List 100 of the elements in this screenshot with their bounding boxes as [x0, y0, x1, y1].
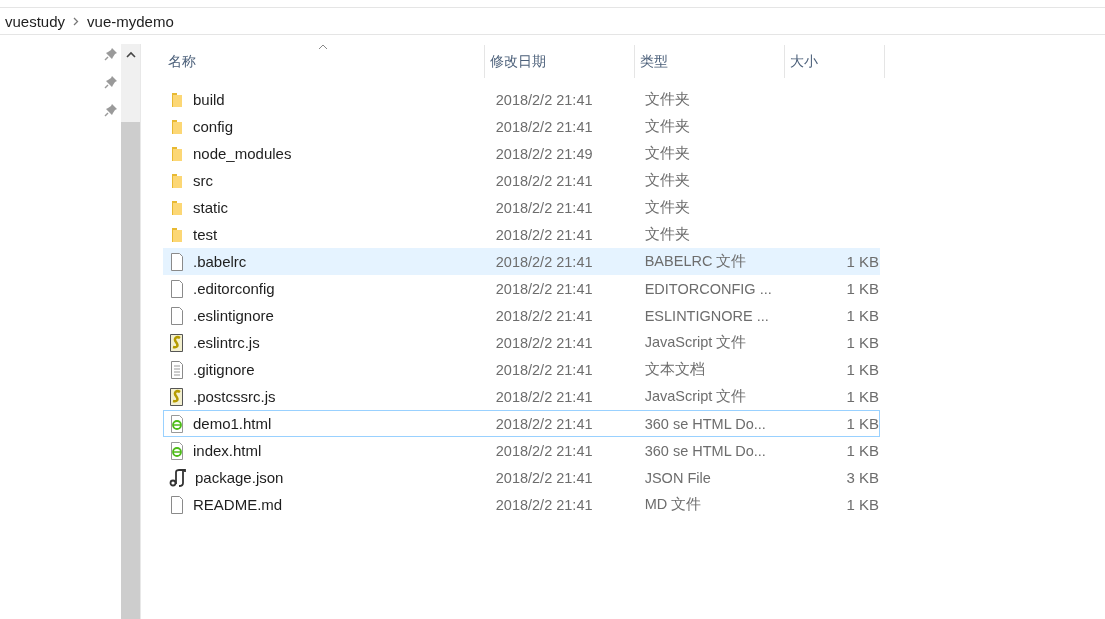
pin-icon[interactable]: [104, 75, 118, 89]
file-type: 360 se HTML Do...: [643, 442, 766, 459]
file-type: JSON File: [643, 469, 711, 486]
file-name: .babelrc: [193, 253, 247, 270]
file-type: JavaScript 文件: [643, 388, 747, 404]
file-row[interactable]: .eslintrc.js 2018/2/2 21:41 JavaScript 文件 1 KB: [163, 329, 880, 356]
file-size: 1 KB: [846, 442, 879, 459]
file-size: 1 KB: [846, 280, 879, 297]
file-row[interactable]: index.html 2018/2/2 21:41 360 se HTML Do... 1 KB: [163, 437, 880, 464]
file-size: 1 KB: [846, 334, 879, 351]
modified-date: 2018/2/2 21:41: [494, 388, 593, 405]
file-name: static: [193, 199, 228, 216]
file-size: 1 KB: [846, 361, 879, 378]
modified-date: 2018/2/2 21:41: [494, 280, 593, 297]
file-row[interactable]: demo1.html 2018/2/2 21:41 360 se HTML Do... 1 KB: [163, 410, 880, 437]
modified-date: 2018/2/2 21:41: [494, 307, 593, 324]
scroll-up-icon[interactable]: [125, 51, 136, 58]
file-size: 1 KB: [846, 253, 879, 270]
file-name: index.html: [193, 442, 262, 459]
modified-date: 2018/2/2 21:41: [494, 496, 593, 513]
modified-date: 2018/2/2 21:49: [494, 145, 593, 162]
modified-date: 2018/2/2 21:41: [494, 334, 593, 351]
file-name: .gitignore: [193, 361, 255, 378]
column-header[interactable]: 修改日期: [485, 45, 635, 78]
file-name: src: [193, 172, 213, 189]
column-header[interactable]: 类型: [635, 45, 785, 78]
file-size: 1 KB: [846, 388, 879, 405]
file-row[interactable]: config 2018/2/2 21:41 文件夹: [163, 113, 880, 140]
file-type: 文件夹: [643, 145, 690, 161]
scrollbar-thumb[interactable]: [121, 122, 140, 619]
file-row[interactable]: static 2018/2/2 21:41 文件夹: [163, 194, 880, 221]
folder-icon: [169, 172, 185, 189]
file-row[interactable]: .postcssrc.js 2018/2/2 21:41 JavaScript 文件 1 KB: [163, 383, 880, 410]
file-row[interactable]: test 2018/2/2 21:41 文件夹: [163, 221, 880, 248]
file-name: demo1.html: [193, 415, 272, 432]
modified-date: 2018/2/2 21:41: [494, 226, 593, 243]
web-page-icon: [169, 441, 185, 460]
file-type: 文件夹: [643, 226, 690, 242]
breadcrumb-item[interactable]: vuestudy: [5, 12, 66, 30]
file-row[interactable]: src 2018/2/2 21:41 文件夹: [163, 167, 880, 194]
file-type: ESLINTIGNORE ...: [643, 307, 769, 324]
file-size: 3 KB: [846, 469, 879, 486]
file-size: 1 KB: [846, 307, 879, 324]
file-row[interactable]: .babelrc 2018/2/2 21:41 BABELRC 文件 1 KB: [163, 248, 880, 275]
script-icon: [169, 333, 185, 352]
folder-icon: [169, 118, 185, 135]
modified-date: 2018/2/2 21:41: [494, 172, 593, 189]
file-type: 文本文档: [643, 361, 705, 377]
folder-icon: [169, 145, 185, 162]
file-name: .eslintignore: [193, 307, 274, 324]
breadcrumb-item[interactable]: vue-mydemo: [87, 12, 174, 30]
scrollbar[interactable]: [121, 44, 141, 619]
file-type: BABELRC 文件: [643, 253, 747, 269]
file-type: 文件夹: [643, 118, 690, 134]
file-name: build: [193, 91, 225, 108]
file-type: 文件夹: [643, 172, 690, 188]
modified-date: 2018/2/2 21:41: [494, 415, 593, 432]
file-type: JavaScript 文件: [643, 334, 747, 350]
file-type: 文件夹: [643, 199, 690, 215]
file-name: package.json: [195, 469, 284, 486]
file-row[interactable]: build 2018/2/2 21:41 文件夹: [163, 86, 880, 113]
script-icon: [169, 387, 185, 406]
file-type: 文件夹: [643, 91, 690, 107]
file-size: 1 KB: [846, 496, 879, 513]
file-row[interactable]: package.json 2018/2/2 21:41 JSON File 3 KB: [163, 464, 880, 491]
file-name: test: [193, 226, 218, 243]
modified-date: 2018/2/2 21:41: [494, 91, 593, 108]
document-icon: [169, 252, 185, 271]
modified-date: 2018/2/2 21:41: [494, 118, 593, 135]
file-name: .postcssrc.js: [193, 388, 276, 405]
column-header[interactable]: 大小: [785, 45, 885, 78]
folder-icon: [169, 91, 185, 108]
file-row[interactable]: .eslintignore 2018/2/2 21:41 ESLINTIGNORE ... 1 KB: [163, 302, 880, 329]
scroll-icon: [169, 468, 187, 487]
modified-date: 2018/2/2 21:41: [494, 361, 593, 378]
web-page-icon: [169, 414, 185, 433]
modified-date: 2018/2/2 21:41: [494, 442, 593, 459]
document-icon: [169, 279, 185, 298]
file-type: MD 文件: [643, 496, 702, 512]
file-type: EDITORCONFIG ...: [643, 280, 772, 297]
pin-icon[interactable]: [104, 103, 118, 117]
file-row[interactable]: node_modules 2018/2/2 21:49 文件夹: [163, 140, 880, 167]
file-size: 1 KB: [846, 415, 879, 432]
file-row[interactable]: README.md 2018/2/2 21:41 MD 文件 1 KB: [163, 491, 880, 518]
chevron-right-icon: [73, 16, 80, 26]
text-document-icon: [169, 360, 185, 379]
document-icon: [169, 306, 185, 325]
pin-icon[interactable]: [104, 47, 118, 61]
file-row[interactable]: .gitignore 2018/2/2 21:41 文本文档 1 KB: [163, 356, 880, 383]
file-row[interactable]: .editorconfig 2018/2/2 21:41 EDITORCONFIG ... 1 KB: [163, 275, 880, 302]
file-name: .editorconfig: [193, 280, 275, 297]
file-name: .eslintrc.js: [193, 334, 260, 351]
folder-icon: [169, 199, 185, 216]
file-type: 360 se HTML Do...: [643, 415, 766, 432]
file-name: config: [193, 118, 234, 135]
file-name: README.md: [193, 496, 283, 513]
file-name: node_modules: [193, 145, 292, 162]
column-header[interactable]: 名称: [163, 45, 485, 78]
modified-date: 2018/2/2 21:41: [494, 253, 593, 270]
folder-icon: [169, 226, 185, 243]
